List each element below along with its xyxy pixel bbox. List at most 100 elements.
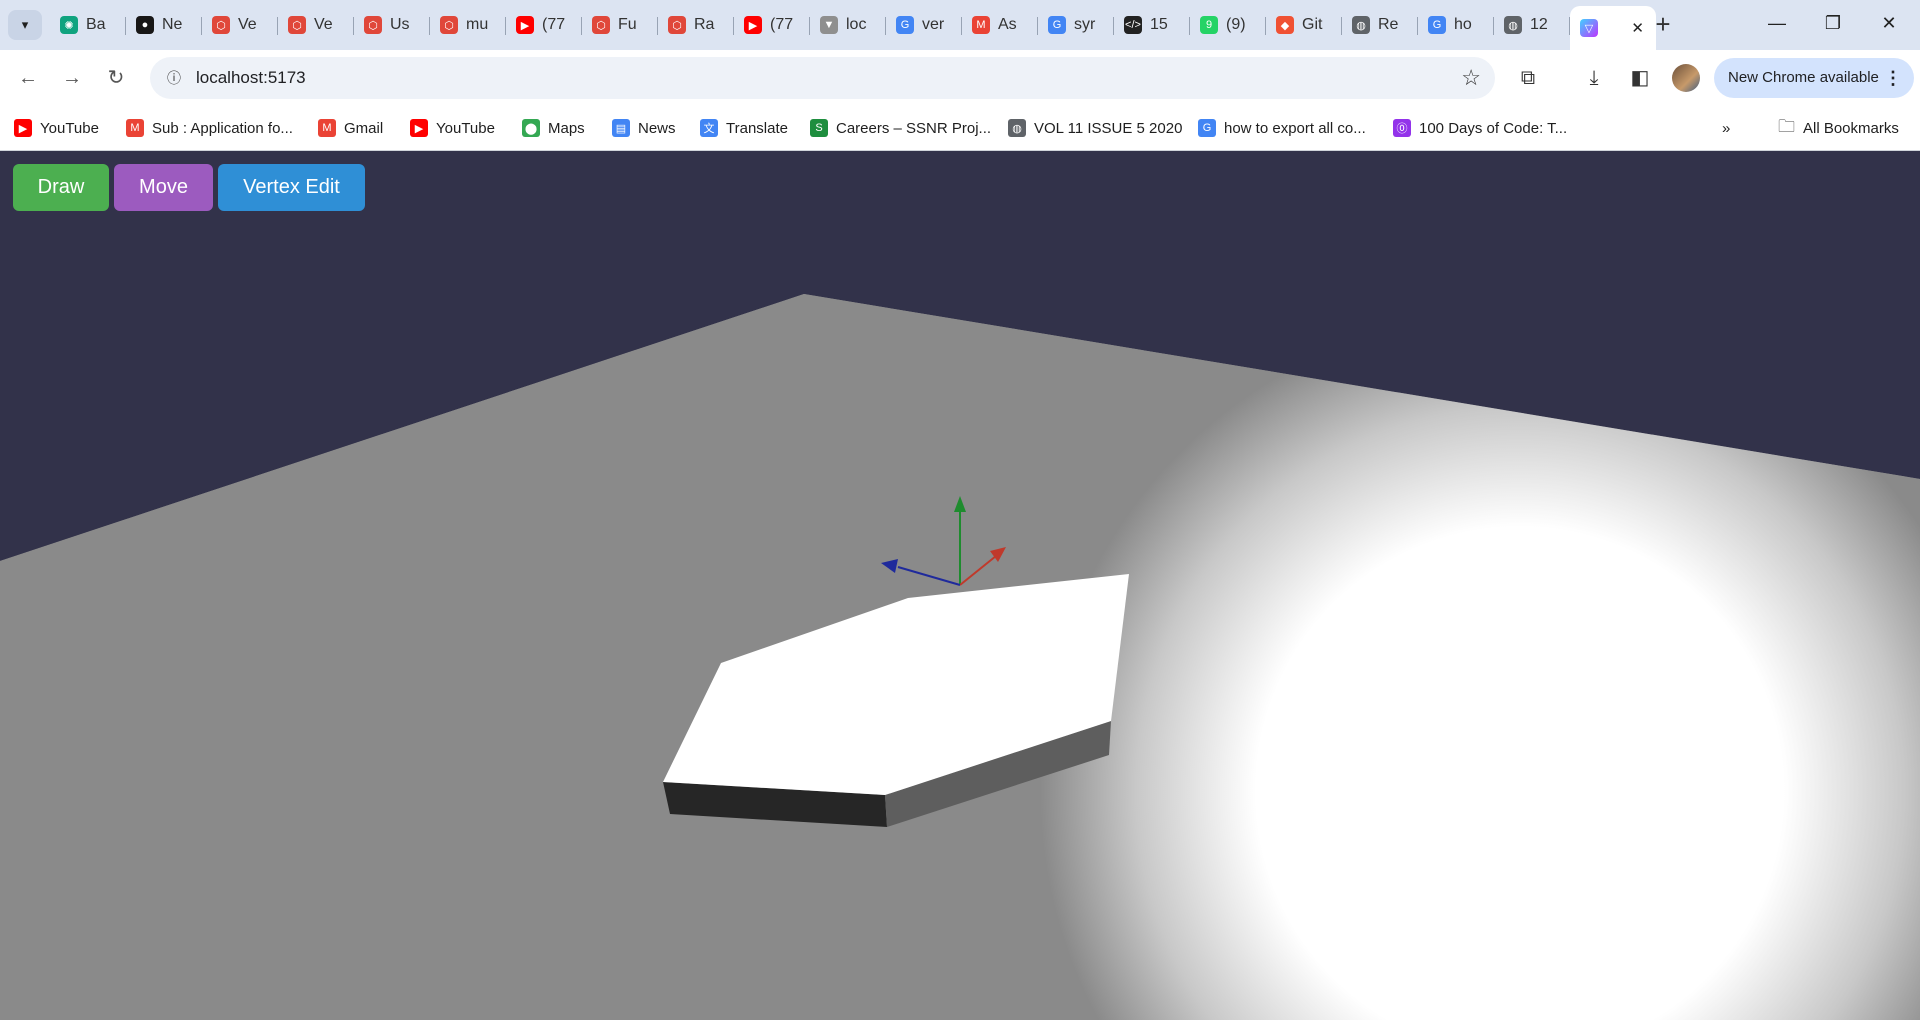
side-panel-icon[interactable]: ◧ xyxy=(1626,64,1654,92)
browser-tab[interactable]: M As xyxy=(962,6,1038,44)
bookmark-item[interactable]: M Gmail xyxy=(318,114,383,142)
browser-tab[interactable]: ⬡ Ve xyxy=(278,6,354,44)
browser-tab[interactable]: ● Ne xyxy=(126,6,202,44)
bookmark-label: Careers – SSNR Proj... xyxy=(836,119,992,137)
funnel-icon: ▼ xyxy=(820,16,838,34)
bookmark-label: VOL 11 ISSUE 5 2020 xyxy=(1034,119,1183,137)
bookmark-label: YouTube xyxy=(40,119,99,137)
whatsapp-icon: 9 xyxy=(1200,16,1218,34)
bookmark-item[interactable]: S Careers – SSNR Proj... xyxy=(810,114,991,142)
new-chrome-available-button[interactable]: New Chrome available ⋮ xyxy=(1714,58,1914,98)
bookmark-item[interactable]: 文 Translate xyxy=(700,114,788,142)
google-icon: G xyxy=(1428,16,1446,34)
bookmarks-overflow-button[interactable]: » xyxy=(1722,114,1730,142)
download-icon[interactable]: ⤓ xyxy=(1580,64,1608,92)
chatgpt-icon: ✺ xyxy=(60,16,78,34)
youtube-icon: ▶ xyxy=(14,119,32,137)
tab-title: Ve xyxy=(238,16,257,33)
course-icon: ⓪ xyxy=(1393,119,1411,137)
tab-title: ho xyxy=(1454,16,1472,33)
browser-tab[interactable]: Gver xyxy=(886,6,962,44)
bookmark-label: Maps xyxy=(548,119,585,137)
three-d-viewport[interactable]: Draw Move Vertex Edit xyxy=(0,151,1920,1020)
tab-title: (77 xyxy=(770,16,794,33)
browser-tab[interactable]: ⬡ Fu xyxy=(582,6,658,44)
browser-tab[interactable]: 9 (9) xyxy=(1190,6,1266,44)
bookmarks-bar: » 🗀 All Bookmarks ▶ YouTube M Sub : Applica… xyxy=(0,106,1920,151)
vite-icon: ▽ xyxy=(1580,19,1598,37)
site-info-icon[interactable]: ⓘ xyxy=(162,66,186,90)
google-icon: G xyxy=(1048,16,1066,34)
bookmark-item[interactable]: ▶ YouTube xyxy=(14,114,99,142)
close-window-button[interactable]: ✕ xyxy=(1864,8,1914,38)
address-bar[interactable]: ⓘ localhost:5173 ☆ xyxy=(150,57,1495,99)
bookmark-star-icon[interactable]: ☆ xyxy=(1461,65,1481,91)
browser-tab[interactable]: ◍ 12 xyxy=(1494,6,1570,44)
browser-tab[interactable]: Gho xyxy=(1418,6,1494,44)
restore-button[interactable]: ❐ xyxy=(1808,8,1858,38)
scene-canvas[interactable] xyxy=(0,151,1920,1020)
browser-tab[interactable]: </> 15 xyxy=(1114,6,1190,44)
move-mode-button[interactable]: Move xyxy=(114,164,213,211)
youtube-icon: ▶ xyxy=(410,119,428,137)
bookmark-label: YouTube xyxy=(436,119,495,137)
reload-icon: ↻ xyxy=(107,67,125,89)
update-label: New Chrome available xyxy=(1728,69,1879,86)
tab-strip: ▾ ✺ Ba ● Ne ⬡ Ve ⬡ Ve ⬡ Us ⬡ mu ▶ (77 ⬡ Fu ⬡ Ra ▶ (77 ▼ loc Gv… xyxy=(0,0,1920,50)
extensions-icon[interactable]: ⧉ xyxy=(1514,64,1542,92)
maps-icon: ⬤ xyxy=(522,119,540,137)
reload-button[interactable]: ↻ xyxy=(100,62,132,94)
browser-tab[interactable]: ◍ Re xyxy=(1342,6,1418,44)
bookmark-item[interactable]: Ghow to export all co... xyxy=(1198,114,1366,142)
browser-tab[interactable]: ▼ loc xyxy=(810,6,886,44)
bookmark-label: Gmail xyxy=(344,119,384,137)
tab-title: Ra xyxy=(694,16,715,33)
forward-button[interactable]: → xyxy=(56,62,88,94)
code-icon: </> xyxy=(1124,16,1142,34)
browser-tab[interactable]: ⬡ Ve xyxy=(202,6,278,44)
all-bookmarks-button[interactable]: 🗀 All Bookmarks xyxy=(1778,114,1899,142)
browser-tab[interactable]: Gsyr xyxy=(1038,6,1114,44)
tab-list: ✺ Ba ● Ne ⬡ Ve ⬡ Ve ⬡ Us ⬡ mu ▶ (77 ⬡ Fu ⬡ Ra ▶ (77 ▼ loc Gver… xyxy=(50,6,1656,50)
bookmark-item[interactable]: M Sub : Application fo... xyxy=(126,114,293,142)
profile-avatar[interactable] xyxy=(1672,64,1700,92)
browser-tab[interactable]: ◆ Git xyxy=(1266,6,1342,44)
browser-tab[interactable]: ⬡ Us xyxy=(354,6,430,44)
bookmark-item[interactable]: ⓪ 100 Days of Code: T... xyxy=(1393,114,1567,142)
tab-title: (77 xyxy=(542,16,566,33)
globe-icon: ◍ xyxy=(1504,16,1522,34)
tab-title: mu xyxy=(466,16,489,33)
vertex-edit-mode-button[interactable]: Vertex Edit xyxy=(218,164,365,211)
url-text[interactable]: localhost:5173 xyxy=(196,68,306,88)
hexagon-icon: ⬡ xyxy=(440,16,458,34)
draw-mode-button[interactable]: Draw xyxy=(13,164,109,211)
bookmark-item[interactable]: ◍ VOL 11 ISSUE 5 2020 xyxy=(1008,114,1182,142)
tab-title: (9) xyxy=(1226,16,1246,33)
tab-title: Ve xyxy=(314,16,333,33)
bookmark-item[interactable]: ▤ News xyxy=(612,114,676,142)
browser-tab[interactable]: ⬡ mu xyxy=(430,6,506,44)
chevron-down-icon: ▾ xyxy=(21,17,29,32)
browser-tab[interactable]: ⬡ Ra xyxy=(658,6,734,44)
tab-close-icon[interactable]: ✕ xyxy=(1631,19,1644,37)
google-icon: G xyxy=(1198,119,1216,137)
gmail-icon: M xyxy=(972,16,990,34)
back-button[interactable]: ← xyxy=(12,62,44,94)
youtube-icon: ▶ xyxy=(744,16,762,34)
browser-tab[interactable]: ▶ (77 xyxy=(734,6,810,44)
bookmark-item[interactable]: ▶ YouTube xyxy=(410,114,495,142)
hexagon-icon: ⬡ xyxy=(592,16,610,34)
browser-tab[interactable]: ▶ (77 xyxy=(506,6,582,44)
browser-tab[interactable]: ✺ Ba xyxy=(50,6,126,44)
minimize-button[interactable]: — xyxy=(1752,8,1802,38)
globe-icon: ◍ xyxy=(1352,16,1370,34)
tab-title: Ba xyxy=(86,16,106,33)
hexagon-icon: ⬡ xyxy=(364,16,382,34)
active-browser-tab[interactable]: ▽ ✕ xyxy=(1570,6,1656,50)
globe-icon: ◍ xyxy=(1008,119,1026,137)
tab-search-button[interactable]: ▾ xyxy=(8,10,42,40)
all-bookmarks-label: All Bookmarks xyxy=(1803,119,1899,137)
bookmark-label: News xyxy=(638,119,676,137)
new-tab-button[interactable]: + xyxy=(1648,10,1678,40)
bookmark-item[interactable]: ⬤ Maps xyxy=(522,114,585,142)
